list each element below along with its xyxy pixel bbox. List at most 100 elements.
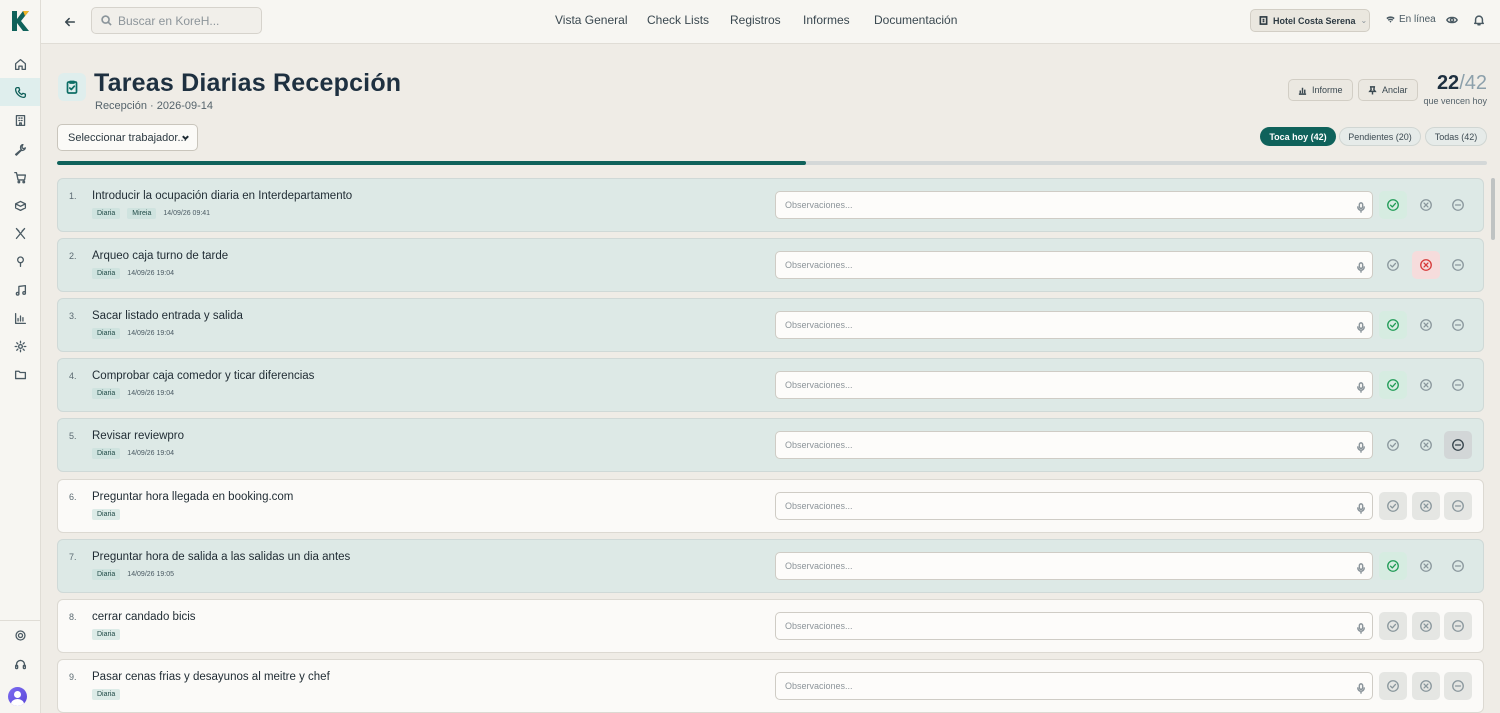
- mark-done-button[interactable]: [1379, 492, 1407, 520]
- filter-tab-today[interactable]: Toca hoy (42): [1260, 127, 1336, 146]
- observations-field[interactable]: [775, 492, 1373, 520]
- phone-icon[interactable]: [0, 78, 40, 106]
- task-row: 4. Comprobar caja comedor y ticar diferen…: [57, 358, 1484, 412]
- observations-field[interactable]: [775, 311, 1373, 339]
- mark-done-button[interactable]: [1379, 672, 1407, 700]
- mark-na-button[interactable]: [1444, 371, 1472, 399]
- mark-failed-button[interactable]: [1412, 492, 1440, 520]
- cart-icon[interactable]: [0, 163, 40, 191]
- observations-input[interactable]: [785, 440, 1345, 450]
- microphone-icon[interactable]: [1356, 621, 1366, 634]
- mark-na-button[interactable]: [1444, 612, 1472, 640]
- frequency-tag: Diaria: [92, 689, 121, 700]
- microphone-icon[interactable]: [1356, 320, 1366, 333]
- scrollbar[interactable]: [1491, 178, 1495, 240]
- building-icon: [1259, 16, 1268, 25]
- observations-field[interactable]: [775, 191, 1373, 219]
- pin-button[interactable]: Anclar: [1358, 79, 1418, 101]
- microphone-icon[interactable]: [1356, 561, 1366, 574]
- building-icon[interactable]: [0, 106, 40, 134]
- mark-failed-button[interactable]: [1412, 371, 1440, 399]
- mark-done-button[interactable]: [1379, 251, 1407, 279]
- mark-failed-button[interactable]: [1412, 311, 1440, 339]
- music-icon[interactable]: [0, 276, 40, 304]
- report-button[interactable]: Informe: [1288, 79, 1353, 101]
- observations-input[interactable]: [785, 681, 1345, 691]
- minus-circle-icon: [1452, 439, 1464, 451]
- headset-icon[interactable]: [0, 650, 40, 678]
- mark-na-button[interactable]: [1444, 311, 1472, 339]
- folder-icon[interactable]: [0, 360, 40, 388]
- mark-done-button[interactable]: [1379, 191, 1407, 219]
- nav-registros[interactable]: Registros: [730, 13, 781, 27]
- koreh-logo[interactable]: [8, 9, 32, 33]
- back-arrow-icon[interactable]: [60, 12, 80, 32]
- mark-na-button[interactable]: [1444, 191, 1472, 219]
- task-number: 9.: [69, 672, 77, 682]
- nav-documentacion[interactable]: Documentación: [874, 13, 957, 27]
- observations-field[interactable]: [775, 612, 1373, 640]
- observations-field[interactable]: [775, 552, 1373, 580]
- microphone-icon[interactable]: [1356, 501, 1366, 514]
- pin-icon[interactable]: [0, 247, 40, 275]
- mark-failed-button[interactable]: [1412, 431, 1440, 459]
- wrench-icon[interactable]: [0, 135, 40, 163]
- mark-done-button[interactable]: [1379, 431, 1407, 459]
- settings-icon[interactable]: [0, 332, 40, 360]
- microphone-icon[interactable]: [1356, 681, 1366, 694]
- task-tags: Diaria: [92, 629, 127, 640]
- observations-input[interactable]: [785, 621, 1345, 631]
- mark-failed-button[interactable]: [1412, 672, 1440, 700]
- observations-input[interactable]: [785, 380, 1345, 390]
- search-input[interactable]: [118, 13, 253, 28]
- observations-input[interactable]: [785, 200, 1345, 210]
- box-icon[interactable]: [0, 191, 40, 219]
- mark-failed-button[interactable]: [1412, 552, 1440, 580]
- filter-tab-all[interactable]: Todas (42): [1425, 127, 1487, 146]
- microphone-icon[interactable]: [1356, 260, 1366, 273]
- mark-failed-button[interactable]: [1412, 251, 1440, 279]
- bell-icon[interactable]: [1473, 13, 1487, 27]
- observations-input[interactable]: [785, 320, 1345, 330]
- observations-field[interactable]: [775, 431, 1373, 459]
- filter-tab-pending[interactable]: Pendientes (20): [1339, 127, 1421, 146]
- mark-na-button[interactable]: [1444, 251, 1472, 279]
- observations-field[interactable]: [775, 251, 1373, 279]
- microphone-icon[interactable]: [1356, 380, 1366, 393]
- task-number: 1.: [69, 191, 77, 201]
- mark-failed-button[interactable]: [1412, 612, 1440, 640]
- worker-select[interactable]: Seleccionar trabajador...: [57, 124, 198, 151]
- mark-done-button[interactable]: [1379, 552, 1407, 580]
- task-row: 3. Sacar listado entrada y salida Diaria 14…: [57, 298, 1484, 352]
- x-circle-icon: [1420, 500, 1432, 512]
- nav-informes[interactable]: Informes: [803, 13, 850, 27]
- mark-done-button[interactable]: [1379, 612, 1407, 640]
- mark-na-button[interactable]: [1444, 431, 1472, 459]
- observations-field[interactable]: [775, 371, 1373, 399]
- mark-na-button[interactable]: [1444, 492, 1472, 520]
- task-row: 7. Preguntar hora de salida a las salidas…: [57, 539, 1484, 593]
- mark-na-button[interactable]: [1444, 672, 1472, 700]
- observations-input[interactable]: [785, 501, 1345, 511]
- search-box[interactable]: [91, 7, 262, 34]
- mark-done-button[interactable]: [1379, 311, 1407, 339]
- gear-icon[interactable]: [0, 621, 40, 649]
- mark-failed-button[interactable]: [1412, 191, 1440, 219]
- observations-input[interactable]: [785, 561, 1345, 571]
- nav-vista-general[interactable]: Vista General: [555, 13, 628, 27]
- eye-icon[interactable]: [1446, 13, 1460, 27]
- observations-input[interactable]: [785, 260, 1345, 270]
- hotel-selector[interactable]: Hotel Costa Serena ⌄: [1250, 9, 1370, 32]
- avatar[interactable]: [8, 687, 27, 706]
- home-icon[interactable]: [0, 50, 40, 78]
- microphone-icon[interactable]: [1356, 440, 1366, 453]
- mark-done-button[interactable]: [1379, 371, 1407, 399]
- chart-icon[interactable]: [0, 304, 40, 332]
- task-row: 1. Introducir la ocupación diaria en Inte…: [57, 178, 1484, 232]
- observations-field[interactable]: [775, 672, 1373, 700]
- total-count: /42: [1459, 72, 1487, 94]
- mark-na-button[interactable]: [1444, 552, 1472, 580]
- utensils-icon[interactable]: [0, 219, 40, 247]
- nav-check-lists[interactable]: Check Lists: [647, 13, 709, 27]
- microphone-icon[interactable]: [1356, 200, 1366, 213]
